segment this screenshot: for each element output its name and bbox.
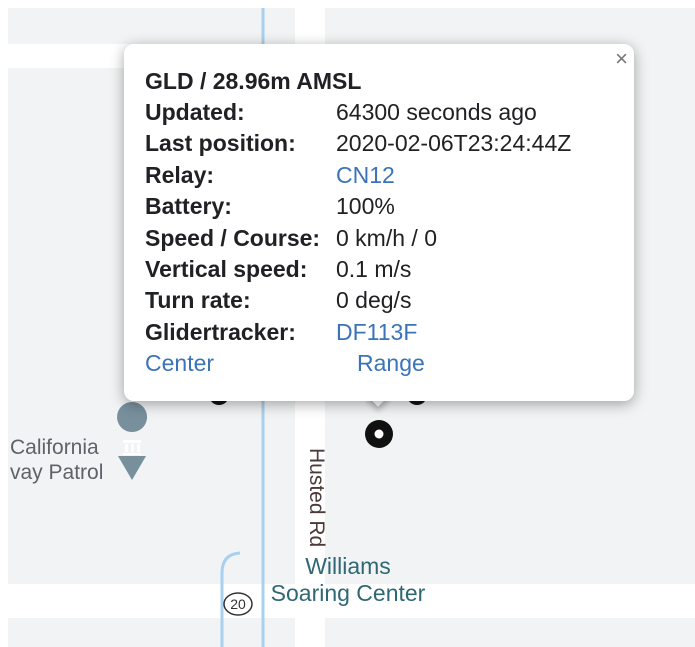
info-key: Vertical speed: bbox=[145, 256, 308, 283]
info-row: Glidertracker: DF113F bbox=[145, 317, 571, 348]
info-value-cell: 0.1 m/s bbox=[336, 254, 571, 285]
info-value: 100% bbox=[336, 193, 395, 220]
info-value: 0 deg/s bbox=[336, 287, 412, 314]
close-icon[interactable]: × bbox=[615, 48, 628, 70]
info-row: Speed / Course: 0 km/h / 0 bbox=[145, 223, 571, 254]
info-value-cell: 0 km/h / 0 bbox=[336, 223, 571, 254]
popup-title: GLD / 28.96m AMSL bbox=[145, 68, 362, 94]
info-row: Turn rate: 0 deg/s bbox=[145, 285, 571, 316]
info-row: Updated: 64300 seconds ago bbox=[145, 97, 571, 128]
info-row: Relay: CN12 bbox=[145, 160, 571, 191]
info-key: Glidertracker: bbox=[145, 318, 296, 345]
info-value: 0.1 m/s bbox=[336, 256, 412, 283]
info-key: Speed / Course: bbox=[145, 224, 321, 251]
info-key: Updated: bbox=[145, 99, 245, 125]
place-label[interactable]: Williams Soaring Center bbox=[258, 553, 438, 607]
road-label-husted: Husted Rd bbox=[305, 448, 328, 548]
info-row: Vertical speed: 0.1 m/s bbox=[145, 254, 571, 285]
info-row: Battery: 100% bbox=[145, 191, 571, 222]
info-value-cell: 64300 seconds ago bbox=[336, 97, 571, 128]
info-table: Updated: 64300 seconds ago Last position: 2… bbox=[145, 97, 571, 348]
info-value-link[interactable]: DF113F bbox=[336, 319, 417, 345]
info-value: 0 km/h / 0 bbox=[336, 224, 437, 251]
info-key: Turn rate: bbox=[145, 287, 251, 314]
info-value: 64300 seconds ago bbox=[336, 99, 537, 125]
info-value-cell: 100% bbox=[336, 191, 571, 222]
info-value-cell: CN12 bbox=[336, 160, 571, 191]
police-station-icon[interactable] bbox=[117, 402, 148, 480]
center-link[interactable]: Center bbox=[145, 348, 214, 379]
info-value-cell: DF113F bbox=[336, 317, 571, 348]
poi-label[interactable]: California vay Patrol bbox=[10, 435, 103, 485]
info-value-link[interactable]: CN12 bbox=[336, 162, 395, 188]
info-key: Last position: bbox=[145, 130, 296, 157]
poi-label-line2: vay Patrol bbox=[10, 461, 104, 484]
place-label-line1: Williams bbox=[305, 553, 391, 579]
info-value: 2020-02-06T23:24:44Z bbox=[336, 130, 572, 157]
poi-label-line1: California bbox=[10, 436, 99, 459]
selected-glider-marker-center bbox=[374, 429, 384, 439]
route-shield-label: 20 bbox=[230, 596, 246, 612]
info-key: Battery: bbox=[145, 193, 232, 220]
place-label-line2: Soaring Center bbox=[270, 580, 426, 606]
info-value-cell: 0 deg/s bbox=[336, 285, 571, 316]
range-link[interactable]: Range bbox=[357, 348, 425, 379]
glider-info-popup: × GLD / 28.96m AMSL Updated: 64300 second… bbox=[124, 44, 634, 401]
info-key: Relay: bbox=[145, 161, 215, 188]
popup-actions: Center Range bbox=[145, 348, 634, 380]
info-value-cell: 2020-02-06T23:24:44Z bbox=[336, 128, 571, 159]
info-row: Last position: 2020-02-06T23:24:44Z bbox=[145, 128, 571, 159]
